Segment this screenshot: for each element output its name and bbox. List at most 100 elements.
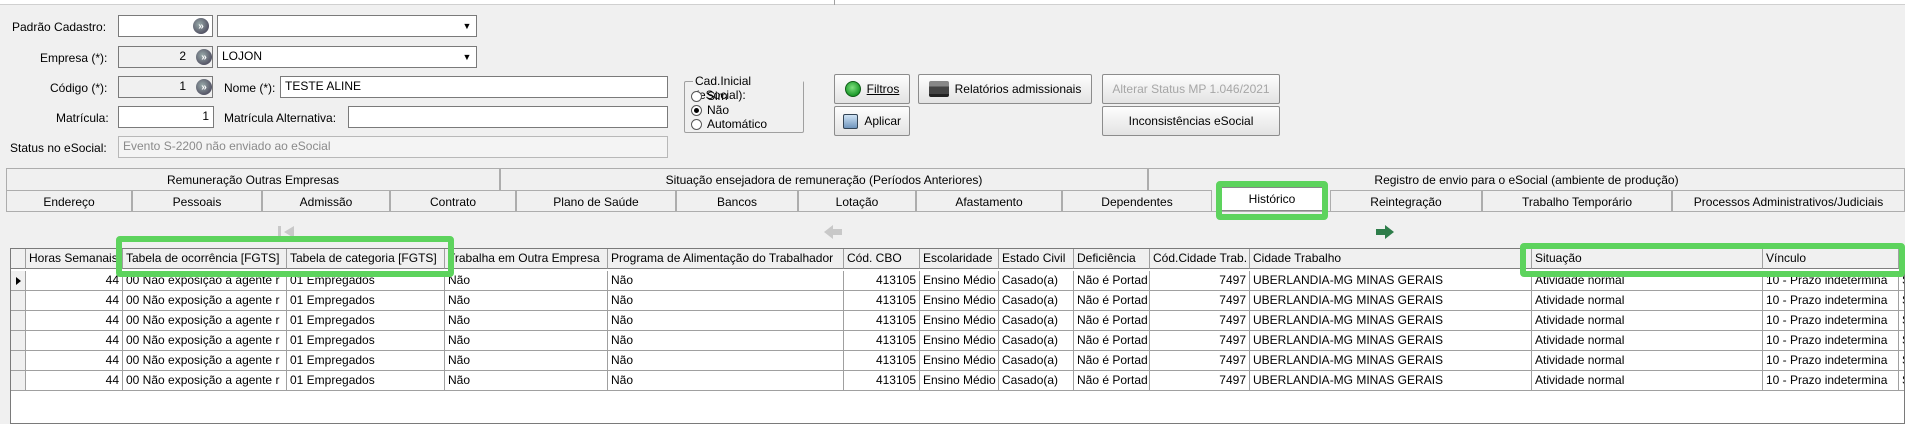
cell-programa-alimentacao[interactable]: Não — [608, 371, 844, 391]
cell-tabela-categoria[interactable]: 01 Empregados — [287, 311, 445, 331]
filtros-button[interactable]: Filtros — [834, 74, 910, 104]
arrow-left-icon[interactable] — [822, 223, 844, 241]
cell-estado-civil[interactable]: Casado(a) — [999, 291, 1074, 311]
cell-cod-cbo[interactable]: 413105 — [844, 371, 920, 391]
table-row[interactable]: 44 00 Não exposição a agente r 01 Empregad… — [11, 311, 1904, 331]
cell-cidade-trabalho[interactable]: UBERLANDIA-MG MINAS GERAIS — [1250, 311, 1532, 331]
cell-programa-alimentacao[interactable]: Não — [608, 311, 844, 331]
padrao-cadastro-select[interactable]: ▼ — [217, 15, 477, 37]
radio-sim[interactable]: Sim — [691, 89, 728, 103]
cell-cidade-trabalho[interactable]: UBERLANDIA-MG MINAS GERAIS — [1250, 371, 1532, 391]
cell-sr[interactable]: S — [1899, 311, 1904, 331]
radio-sim-button[interactable] — [691, 90, 702, 102]
cell-escolaridade[interactable]: Ensino Médio — [920, 271, 999, 291]
cell-vinculo[interactable]: 10 - Prazo indetermina — [1763, 311, 1899, 331]
alterar-status-button[interactable]: Alterar Status MP 1.046/2021 — [1102, 74, 1280, 104]
cell-situacao[interactable]: Atividade normal — [1532, 351, 1763, 371]
cell-tabela-ocorrencia[interactable]: 00 Não exposição a agente r — [123, 351, 287, 371]
cell-estado-civil[interactable]: Casado(a) — [999, 271, 1074, 291]
cell-programa-alimentacao[interactable]: Não — [608, 351, 844, 371]
row-indicator[interactable] — [11, 371, 26, 391]
row-indicator[interactable] — [11, 351, 26, 371]
cell-vinculo[interactable]: 10 - Prazo indetermina — [1763, 371, 1899, 391]
cell-estado-civil[interactable]: Casado(a) — [999, 371, 1074, 391]
tab-plano-de-saude[interactable]: Plano de Saúde — [516, 190, 676, 212]
cell-horas-semanais[interactable]: 44 — [26, 291, 123, 311]
tab-pessoais[interactable]: Pessoais — [132, 190, 262, 212]
arrow-right-icon[interactable] — [1374, 223, 1396, 241]
cell-tabela-ocorrencia[interactable]: 00 Não exposição a agente r — [123, 311, 287, 331]
cell-trabalha-outra-empresa[interactable]: Não — [445, 311, 608, 331]
cell-situacao[interactable]: Atividade normal — [1532, 371, 1763, 391]
cell-cod-cbo[interactable]: 413105 — [844, 291, 920, 311]
tab-processos-administrativos[interactable]: Processos Administrativos/Judiciais — [1672, 190, 1905, 212]
empresa-lookup-icon[interactable]: » — [196, 49, 212, 65]
cell-deficiencia[interactable]: Não é Portad — [1074, 291, 1150, 311]
cell-trabalha-outra-empresa[interactable]: Não — [445, 291, 608, 311]
col-situacao[interactable]: Situação — [1532, 249, 1763, 269]
cell-cod-cidade-trab[interactable]: 7497 — [1150, 371, 1250, 391]
col-cod-cidade-trab[interactable]: Cód.Cidade Trab. — [1150, 249, 1250, 269]
cell-programa-alimentacao[interactable]: Não — [608, 331, 844, 351]
matricula-alt-field[interactable] — [348, 106, 668, 128]
tab-situacao-ensejadora[interactable]: Situação ensejadora de remuneração (Perí… — [500, 168, 1148, 190]
cell-tabela-categoria[interactable]: 01 Empregados — [287, 331, 445, 351]
cell-vinculo[interactable]: 10 - Prazo indetermina — [1763, 331, 1899, 351]
chevron-down-icon[interactable]: ▼ — [458, 17, 475, 35]
col-tabela-ocorrencia[interactable]: Tabela de ocorrência [FGTS] — [123, 249, 287, 269]
cell-sr[interactable]: S — [1899, 331, 1904, 351]
cell-sr[interactable]: S — [1899, 371, 1904, 391]
chevron-down-icon[interactable]: ▼ — [458, 48, 475, 66]
cell-tabela-categoria[interactable]: 01 Empregados — [287, 351, 445, 371]
cell-deficiencia[interactable]: Não é Portad — [1074, 311, 1150, 331]
cell-cod-cidade-trab[interactable]: 7497 — [1150, 271, 1250, 291]
matricula-field[interactable]: 1 — [118, 106, 214, 128]
cell-escolaridade[interactable]: Ensino Médio — [920, 331, 999, 351]
cell-cod-cidade-trab[interactable]: 7497 — [1150, 331, 1250, 351]
cell-vinculo[interactable]: 10 - Prazo indetermina — [1763, 291, 1899, 311]
codigo-lookup-icon[interactable]: » — [196, 79, 212, 95]
cell-tabela-categoria[interactable]: 01 Empregados — [287, 291, 445, 311]
col-horas-semanais[interactable]: Horas Semanais — [26, 249, 123, 269]
cell-cod-cidade-trab[interactable]: 7497 — [1150, 351, 1250, 371]
cell-escolaridade[interactable]: Ensino Médio — [920, 291, 999, 311]
historico-grid[interactable]: Horas Semanais Tabela de ocorrência [FGT… — [10, 248, 1905, 424]
cell-deficiencia[interactable]: Não é Portad — [1074, 351, 1150, 371]
nome-field[interactable]: TESTE ALINE — [280, 76, 668, 98]
radio-automatico-button[interactable] — [691, 118, 702, 130]
cell-cidade-trabalho[interactable]: UBERLANDIA-MG MINAS GERAIS — [1250, 351, 1532, 371]
cell-deficiencia[interactable]: Não é Portad — [1074, 271, 1150, 291]
cell-cod-cbo[interactable]: 413105 — [844, 271, 920, 291]
table-row[interactable]: 44 00 Não exposição a agente r 01 Empregad… — [11, 371, 1904, 391]
cell-tabela-ocorrencia[interactable]: 00 Não exposição a agente r — [123, 271, 287, 291]
table-row[interactable]: 44 00 Não exposição a agente r 01 Empregad… — [11, 351, 1904, 371]
tab-contrato[interactable]: Contrato — [390, 190, 516, 212]
cell-horas-semanais[interactable]: 44 — [26, 371, 123, 391]
cell-cidade-trabalho[interactable]: UBERLANDIA-MG MINAS GERAIS — [1250, 331, 1532, 351]
cell-situacao[interactable]: Atividade normal — [1532, 311, 1763, 331]
radio-automatico[interactable]: Automático — [691, 117, 767, 131]
cell-estado-civil[interactable]: Casado(a) — [999, 311, 1074, 331]
col-programa-alimentacao[interactable]: Programa de Alimentação do Trabalhador — [608, 249, 844, 269]
empresa-select[interactable]: LOJON ▼ — [217, 46, 477, 68]
inconsistencias-esocial-button[interactable]: Inconsistências eSocial — [1102, 106, 1280, 136]
tab-historico[interactable]: Histórico — [1220, 187, 1324, 211]
cell-escolaridade[interactable]: Ensino Médio — [920, 311, 999, 331]
padrao-lookup-icon[interactable]: » — [193, 18, 209, 34]
table-row[interactable]: 44 00 Não exposição a agente r 01 Empregad… — [11, 271, 1904, 291]
cell-horas-semanais[interactable]: 44 — [26, 271, 123, 291]
col-estado-civil[interactable]: Estado Civil — [999, 249, 1074, 269]
cell-escolaridade[interactable]: Ensino Médio — [920, 351, 999, 371]
table-row[interactable]: 44 00 Não exposição a agente r 01 Empregad… — [11, 331, 1904, 351]
cell-cod-cidade-trab[interactable]: 7497 — [1150, 311, 1250, 331]
tab-reintegracao[interactable]: Reintegração — [1330, 190, 1482, 212]
col-vinculo[interactable]: Vínculo — [1763, 249, 1899, 269]
radio-nao-button[interactable] — [691, 104, 702, 116]
tab-trabalho-temporario[interactable]: Trabalho Temporário — [1482, 190, 1672, 212]
cell-sr[interactable]: S — [1899, 351, 1904, 371]
row-indicator[interactable] — [11, 291, 26, 311]
current-row-indicator-icon[interactable] — [11, 271, 26, 291]
col-escolaridade[interactable]: Escolaridade — [920, 249, 999, 269]
cell-deficiencia[interactable]: Não é Portad — [1074, 371, 1150, 391]
aplicar-button[interactable]: Aplicar — [834, 106, 910, 136]
